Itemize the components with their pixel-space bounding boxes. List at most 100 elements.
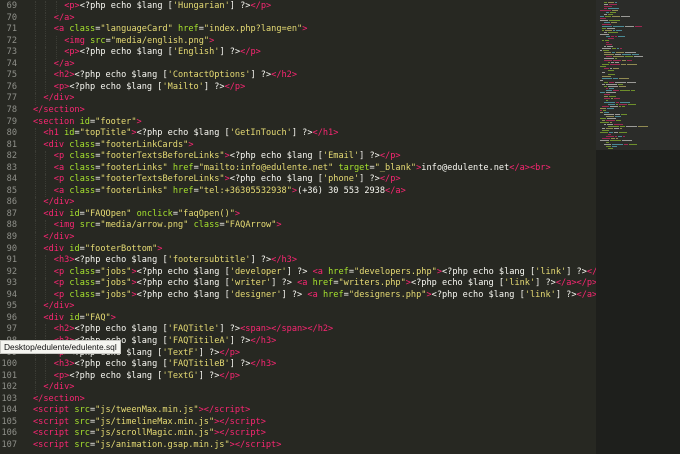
code-line[interactable]: 86 </div> xyxy=(0,197,596,209)
indent-guide xyxy=(45,58,47,71)
code-line[interactable]: 101 <p><?php echo $lang ['TextG'] ?></p> xyxy=(0,370,596,383)
minimap-line xyxy=(615,58,617,59)
minimap-line xyxy=(606,36,610,37)
minimap-line xyxy=(610,64,620,65)
minimap-line xyxy=(600,34,609,35)
minimap-line xyxy=(623,136,625,137)
code-line[interactable]: 92 <p class="jobs"><?php echo $lang ['dev… xyxy=(0,266,596,279)
code-line[interactable]: 77 </div> xyxy=(0,93,596,105)
code-text: <p class="footerTextsBeforeLinks"><?php … xyxy=(53,151,401,162)
code-area[interactable]: 69 <p><?php echo $lang ['Hungarian'] ?></… xyxy=(0,0,596,454)
code-text: <p><?php echo $lang ['Hungarian'] ?></p> xyxy=(64,1,272,11)
minimap-line xyxy=(627,64,637,65)
code-line[interactable]: 84 <p class="footerTextsBeforeLinks"><?ph… xyxy=(0,174,596,186)
code-line[interactable]: 87 <div id="FAQOpen" onclick="faqOpen()"> xyxy=(0,208,596,221)
code-line[interactable]: 74 </a> xyxy=(0,58,596,71)
code-line[interactable]: 89 </div> xyxy=(0,232,596,244)
indent-guide xyxy=(35,359,36,371)
code-line[interactable]: 79 <section id="footer"> xyxy=(0,117,596,129)
code-line[interactable]: 105 <script src="js/timelineMax.min.js"><… xyxy=(0,417,596,429)
minimap-line xyxy=(615,2,617,3)
indent-guide xyxy=(45,324,47,336)
minimap-line xyxy=(606,120,615,121)
minimap-line xyxy=(608,14,613,15)
minimap-line xyxy=(616,120,621,121)
indent-guide xyxy=(35,301,36,313)
minimap-line xyxy=(608,38,614,39)
code-editor[interactable]: 69 <p><?php echo $lang ['Hungarian'] ?></… xyxy=(0,0,596,454)
line-number: 91 xyxy=(6,255,17,266)
code-line[interactable]: 95 </div> xyxy=(0,301,596,313)
minimap-line xyxy=(602,28,606,29)
indent-guide xyxy=(45,24,47,36)
code-line[interactable]: 80 <h1 id="topTitle"><?php echo $lang ['G… xyxy=(0,128,596,140)
minimap-line xyxy=(626,126,637,127)
code-text: <h2><?php echo $lang ['FAQTitle'] ?><spa… xyxy=(53,324,334,335)
code-line[interactable]: 100 <h3><?php echo $lang ['FAQTitileB'] ?… xyxy=(0,359,596,371)
indent-guide xyxy=(45,70,47,82)
minimap-line xyxy=(621,114,627,115)
code-text: <section id="footer"> xyxy=(33,116,142,127)
indent-guide xyxy=(35,47,36,59)
code-text: <p class="jobs"><?php echo $lang ['write… xyxy=(53,278,596,289)
code-line[interactable]: 103 </section> xyxy=(0,394,596,406)
code-line[interactable]: 72 <img src="media/english.png"> xyxy=(0,35,596,48)
indent-guide xyxy=(35,370,36,383)
minimap-line xyxy=(611,138,615,139)
minimap-line xyxy=(600,112,603,113)
minimap-line xyxy=(602,130,609,131)
minimap-line xyxy=(600,10,611,11)
minimap-line xyxy=(606,88,608,89)
line-number: 74 xyxy=(6,58,17,69)
minimap-line xyxy=(611,98,613,99)
code-line[interactable]: 93 <p class="jobs"><?php echo $lang ['wri… xyxy=(0,278,596,290)
minimap-line xyxy=(625,56,633,57)
code-line[interactable]: 81 <div class="footerLinkCards"> xyxy=(0,139,596,152)
code-text: <p class="jobs"><?php echo $lang ['desig… xyxy=(53,289,596,300)
code-line[interactable]: 107 <script src="js/animation.gsap.min.js… xyxy=(0,440,596,452)
minimap-line xyxy=(624,144,628,145)
code-line[interactable]: 76 <p><?php echo $lang ['Mailto'] ?></p> xyxy=(0,81,596,94)
code-line[interactable]: 96 <div id="FAQ"> xyxy=(0,312,596,325)
minimap-line xyxy=(611,62,614,63)
code-line[interactable]: 91 <h3><?php echo $lang ['footersubtitle'… xyxy=(0,255,596,267)
minimap-line xyxy=(613,56,624,57)
minimap-line xyxy=(604,2,607,3)
minimap-line xyxy=(606,12,609,13)
minimap-line xyxy=(600,66,606,67)
code-line[interactable]: 94 <p class="jobs"><?php echo $lang ['des… xyxy=(0,289,596,302)
line-number: 79 xyxy=(6,116,17,127)
code-line[interactable]: 102 </div> xyxy=(0,382,596,394)
minimap-line xyxy=(602,120,605,121)
code-line[interactable]: 70 </a> xyxy=(0,12,596,25)
code-text: <div id="FAQOpen" onclick="faqOpen()"> xyxy=(43,208,241,219)
minimap-line xyxy=(622,54,631,55)
code-line[interactable]: 75 <h2><?php echo $lang ['ContactOptions'… xyxy=(0,70,596,82)
minimap-line xyxy=(600,110,602,111)
code-line[interactable]: 78 </section> xyxy=(0,105,596,117)
minimap-line xyxy=(612,10,618,11)
code-line[interactable]: 85 <a class="footerLinks" href="tel:+3630… xyxy=(0,185,596,198)
code-line[interactable]: 83 <a class="footerLinks" href="mailto:in… xyxy=(0,162,596,175)
minimap-line xyxy=(600,118,606,119)
minimap-line xyxy=(612,144,623,145)
minimap-line xyxy=(629,144,637,145)
code-line[interactable]: 82 <p class="footerTextsBeforeLinks"><?ph… xyxy=(0,151,596,163)
code-line[interactable]: 104 <script src="js/tweenMax.min.js"></sc… xyxy=(0,405,596,417)
code-line[interactable]: 90 <div id="footerBottom"> xyxy=(0,243,596,256)
code-line[interactable]: 73 <p><?php echo $lang ['English'] ?></p> xyxy=(0,47,596,59)
minimap[interactable] xyxy=(596,0,680,454)
line-number: 86 xyxy=(6,197,17,208)
code-line[interactable]: 69 <p><?php echo $lang ['Hungarian'] ?></… xyxy=(0,1,596,13)
line-number: 82 xyxy=(6,151,17,162)
line-number: 96 xyxy=(6,312,17,323)
code-line[interactable]: 88 <img src="media/arrow.png" class="FAQA… xyxy=(0,220,596,232)
code-text: <h2><?php echo $lang ['ContactOptions'] … xyxy=(53,70,298,81)
code-line[interactable]: 71 <a class="languageCard" href="index.ph… xyxy=(0,24,596,36)
minimap-line xyxy=(604,8,607,9)
code-line[interactable]: 106 <script src="js/scrollMagic.min.js"><… xyxy=(0,428,596,440)
minimap-line xyxy=(602,26,612,27)
code-line[interactable]: 97 <h2><?php echo $lang ['FAQTitle'] ?><s… xyxy=(0,324,596,336)
code-text: <h3><?php echo $lang ['FAQTitileB'] ?></… xyxy=(53,359,277,370)
minimap-line xyxy=(606,100,608,101)
